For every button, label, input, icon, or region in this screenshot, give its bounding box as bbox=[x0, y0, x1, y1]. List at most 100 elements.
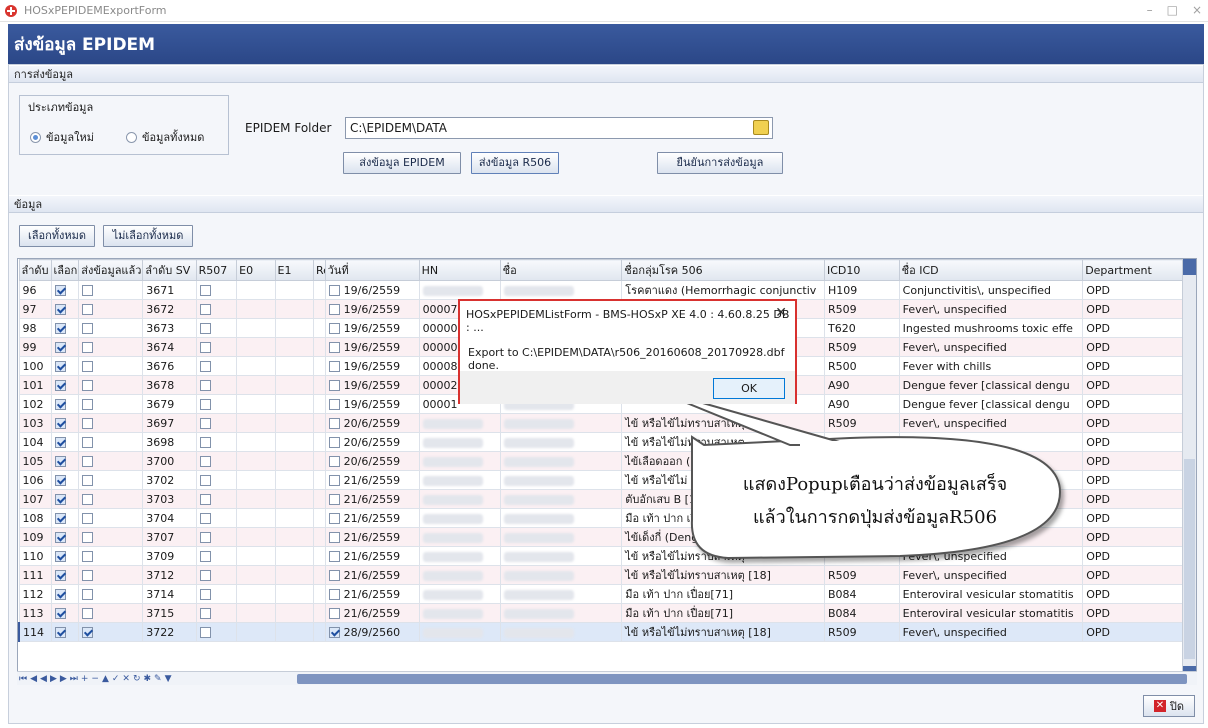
column-header[interactable]: เลือก bbox=[50, 259, 80, 281]
sent-checkbox[interactable] bbox=[82, 399, 94, 410]
maximize-button[interactable]: □ bbox=[1167, 3, 1178, 17]
select-checkbox[interactable] bbox=[54, 570, 66, 581]
send-r506-button[interactable]: ส่งข้อมูล R506 bbox=[471, 152, 559, 174]
sent-checkbox[interactable] bbox=[82, 323, 94, 334]
r507-checkbox[interactable] bbox=[199, 304, 211, 315]
select-checkbox[interactable] bbox=[54, 323, 66, 334]
close-window-button[interactable]: × bbox=[1192, 3, 1202, 17]
sent-checkbox[interactable] bbox=[82, 513, 94, 524]
table-row[interactable]: 96 3671 19/6/2559 โรคตาแดง (Hemorrhagic con… bbox=[18, 280, 1190, 300]
scroll-thumb[interactable] bbox=[1184, 459, 1195, 659]
column-header[interactable]: E1 bbox=[274, 259, 314, 281]
navigator-buttons-icon[interactable]: ⏮◀◀▶▶⏭+−▲✓✕↻✱✎▼ bbox=[17, 674, 175, 684]
grid-horizontal-scrollbar[interactable] bbox=[297, 674, 1187, 684]
select-checkbox[interactable] bbox=[54, 532, 66, 543]
select-checkbox[interactable] bbox=[54, 494, 66, 505]
r507-checkbox[interactable] bbox=[199, 589, 211, 600]
r507-checkbox[interactable] bbox=[199, 285, 211, 296]
r507-checkbox[interactable] bbox=[199, 399, 211, 410]
ok-button[interactable]: OK bbox=[713, 378, 785, 399]
select-checkbox[interactable] bbox=[54, 285, 66, 296]
re-checkbox[interactable] bbox=[328, 342, 340, 353]
column-header[interactable]: R507 bbox=[195, 259, 238, 281]
table-row[interactable]: 104 3698 20/6/2559 ไข้ หรือไข้ไม่ทราบสาเหตุ… bbox=[18, 432, 1190, 452]
select-checkbox[interactable] bbox=[54, 513, 66, 524]
r507-checkbox[interactable] bbox=[199, 475, 211, 486]
r507-checkbox[interactable] bbox=[199, 380, 211, 391]
re-checkbox[interactable] bbox=[328, 608, 340, 619]
re-checkbox[interactable] bbox=[328, 437, 340, 448]
r507-checkbox[interactable] bbox=[199, 532, 211, 543]
select-checkbox[interactable] bbox=[54, 418, 66, 429]
select-checkbox[interactable] bbox=[54, 551, 66, 562]
sent-checkbox[interactable] bbox=[82, 437, 94, 448]
sent-checkbox[interactable] bbox=[82, 342, 94, 353]
sent-checkbox[interactable] bbox=[82, 285, 94, 296]
re-checkbox[interactable] bbox=[328, 285, 340, 296]
select-checkbox[interactable] bbox=[54, 361, 66, 372]
sent-checkbox[interactable] bbox=[82, 570, 94, 581]
r507-checkbox[interactable] bbox=[199, 342, 211, 353]
sent-checkbox[interactable] bbox=[82, 551, 94, 562]
re-checkbox[interactable] bbox=[328, 399, 340, 410]
select-checkbox[interactable] bbox=[54, 627, 66, 638]
sent-checkbox[interactable] bbox=[82, 361, 94, 372]
send-epidem-button[interactable]: ส่งข้อมูล EPIDEM bbox=[343, 152, 461, 174]
select-checkbox[interactable] bbox=[54, 589, 66, 600]
select-checkbox[interactable] bbox=[54, 342, 66, 353]
sent-checkbox[interactable] bbox=[82, 532, 94, 543]
select-checkbox[interactable] bbox=[54, 437, 66, 448]
epidem-folder-input[interactable]: C:\EPIDEM\DATA bbox=[345, 117, 773, 139]
re-checkbox[interactable] bbox=[328, 304, 340, 315]
minimize-button[interactable]: – bbox=[1147, 3, 1153, 17]
column-header[interactable]: Department bbox=[1082, 259, 1190, 281]
column-header[interactable]: ลำดับ bbox=[18, 259, 52, 281]
scroll-up-arrow-icon[interactable] bbox=[1183, 259, 1196, 275]
column-header[interactable]: ชื่อ bbox=[499, 259, 623, 281]
sent-checkbox[interactable] bbox=[82, 589, 94, 600]
re-checkbox[interactable] bbox=[328, 589, 340, 600]
sent-checkbox[interactable] bbox=[82, 380, 94, 391]
dialog-close-icon[interactable]: ✕ bbox=[775, 305, 787, 321]
re-checkbox[interactable] bbox=[328, 380, 340, 391]
r507-checkbox[interactable] bbox=[199, 418, 211, 429]
column-header[interactable]: วันที่ bbox=[324, 259, 420, 281]
select-checkbox[interactable] bbox=[54, 608, 66, 619]
r507-checkbox[interactable] bbox=[199, 361, 211, 372]
radio-dot[interactable] bbox=[126, 131, 137, 143]
column-header[interactable]: Re bbox=[312, 259, 326, 281]
sent-checkbox[interactable] bbox=[82, 418, 94, 429]
select-checkbox[interactable] bbox=[54, 456, 66, 467]
re-checkbox[interactable] bbox=[328, 475, 340, 486]
sent-checkbox[interactable] bbox=[82, 456, 94, 467]
table-row[interactable]: 103 3697 20/6/2559 ไข้ หรือไข้ไม่ทราบสาเหตุ… bbox=[18, 413, 1190, 433]
re-checkbox[interactable] bbox=[328, 627, 340, 638]
column-header[interactable]: ลำดับ SV bbox=[142, 259, 197, 281]
deselect-all-button[interactable]: ไม่เลือกทั้งหมด bbox=[103, 225, 193, 247]
select-checkbox[interactable] bbox=[54, 475, 66, 486]
sent-checkbox[interactable] bbox=[82, 627, 94, 638]
select-checkbox[interactable] bbox=[54, 399, 66, 410]
re-checkbox[interactable] bbox=[328, 532, 340, 543]
confirm-send-button[interactable]: ยืนยันการส่งข้อมูล bbox=[657, 152, 783, 174]
radio-new-data[interactable]: ข้อมูลใหม่ bbox=[30, 128, 94, 146]
re-checkbox[interactable] bbox=[328, 418, 340, 429]
r507-checkbox[interactable] bbox=[199, 494, 211, 505]
close-form-button[interactable]: ✕ ปิด bbox=[1143, 695, 1195, 717]
column-header[interactable]: ชื่อกลุ่มโรค 506 bbox=[621, 259, 825, 281]
radio-all-data[interactable]: ข้อมูลทั้งหมด bbox=[126, 128, 204, 146]
sent-checkbox[interactable] bbox=[82, 608, 94, 619]
r507-checkbox[interactable] bbox=[199, 551, 211, 562]
table-row[interactable]: 110 3709 21/6/2559 ไข้ หรือไข้ไม่ทราบสาเหตุ… bbox=[18, 546, 1190, 566]
r507-checkbox[interactable] bbox=[199, 570, 211, 581]
column-header[interactable]: ICD10 bbox=[823, 259, 900, 281]
column-header[interactable]: ส่งข้อมูลแล้ว bbox=[78, 259, 144, 281]
select-checkbox[interactable] bbox=[54, 380, 66, 391]
table-row[interactable]: 111 3712 21/6/2559 ไข้ หรือไข้ไม่ทราบสาเหตุ… bbox=[18, 565, 1190, 585]
table-row[interactable]: 114 3722 28/9/2560 ไข้ หรือไข้ไม่ทราบสาเหตุ… bbox=[18, 622, 1190, 642]
radio-dot-selected[interactable] bbox=[30, 131, 41, 143]
column-header[interactable]: HN bbox=[418, 259, 501, 281]
re-checkbox[interactable] bbox=[328, 361, 340, 372]
column-header[interactable]: ชื่อ ICD bbox=[898, 259, 1084, 281]
table-row[interactable]: 113 3715 21/6/2559 มือ เท้า ปาก เปื่อย[71] B… bbox=[18, 603, 1190, 623]
